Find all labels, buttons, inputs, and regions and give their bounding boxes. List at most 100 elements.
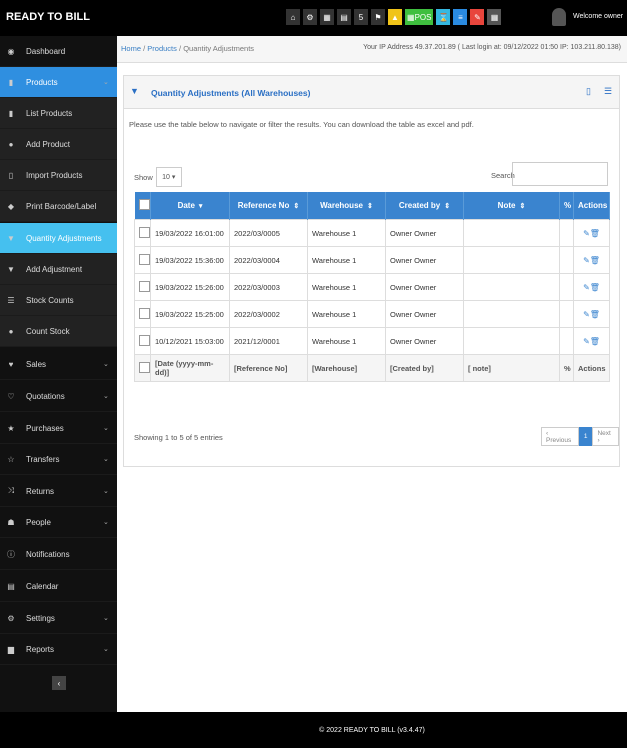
hourglass-icon[interactable]: ⌛ [436, 9, 451, 25]
menu-icon[interactable]: ☰ [604, 86, 612, 97]
filter-icon: ▼ [7, 264, 15, 274]
pos-button[interactable]: ▦ POS [405, 9, 434, 25]
prev-page-button[interactable]: ‹ Previous [541, 427, 579, 446]
sidebar-item-print-barcode[interactable]: ◆ Print Barcode/Label [0, 191, 117, 222]
flag-icon[interactable]: ⚑ [371, 9, 385, 25]
col-date[interactable]: Date ▾ [150, 192, 230, 220]
sort-icon: ⇕ [293, 203, 300, 210]
row-checkbox[interactable] [134, 273, 151, 301]
filter-icon[interactable]: ▼ [130, 86, 139, 96]
filter-date[interactable]: [Date (yyyy-mm-dd)] [150, 354, 230, 382]
sidebar-item-stock-counts[interactable]: ☰ Stock Counts [0, 285, 117, 316]
file-icon: ▯ [8, 170, 14, 180]
random-icon: ⤨ [7, 486, 15, 495]
sidebar-item-returns[interactable]: ⤨ Returns ⌄ [0, 476, 117, 507]
sidebar-item-quantity-adjustments[interactable]: ▼ Quantity Adjustments [0, 223, 117, 254]
pagination: ‹ Previous 1 Next › [541, 427, 619, 446]
list-icon: ☰ [7, 295, 15, 305]
sidebar-item-add-product[interactable]: ● Add Product [0, 129, 117, 160]
row-checkbox[interactable] [134, 246, 151, 274]
toolbar-icons: ⌂ ⚙ ▦ ▤ 5 ⚑ ▲ ▦ POS ⌛ ≡ ✎ ▦ [286, 9, 502, 25]
table-row[interactable]: 19/03/2022 15:36:00 2022/03/0004 Warehou… [134, 246, 610, 274]
breadcrumb: Home / Products / Quantity Adjustments [121, 44, 255, 53]
table-row[interactable]: 10/12/2021 15:03:00 2021/12/0001 Warehou… [134, 327, 610, 355]
star-icon: ★ [7, 423, 15, 433]
table-header-row: Date ▾ Reference No ⇕ Warehouse ⇕ Created b… [134, 192, 610, 220]
row-checkbox[interactable] [134, 327, 151, 355]
breadcrumb-home[interactable]: Home [121, 44, 141, 53]
sidebar-item-list-products[interactable]: ▮ List Products [0, 98, 117, 129]
sidebar-item-reports[interactable]: ▆ Reports ⌄ [0, 634, 117, 665]
mobile-icon[interactable]: ▯ [586, 86, 591, 97]
welcome-text[interactable]: Welcome owner [573, 13, 623, 20]
footer-checkbox[interactable] [134, 354, 151, 382]
calendar-icon: ▤ [7, 581, 15, 591]
row-actions[interactable]: ✎🗑 [573, 327, 610, 355]
table-row[interactable]: 19/03/2022 15:26:00 2022/03/0003 Warehou… [134, 273, 610, 301]
select-all-checkbox[interactable] [134, 192, 151, 220]
ip-info: Your IP Address 49.37.201.89 ( Last logi… [363, 44, 621, 51]
sidebar-item-sales[interactable]: ♥ Sales ⌄ [0, 349, 117, 380]
bar-chart-icon: ▆ [7, 644, 15, 654]
row-actions[interactable]: ✎🗑 [573, 273, 610, 301]
plus-circle-icon: ● [8, 139, 14, 149]
filter-created-by[interactable]: [Created by] [385, 354, 464, 382]
adjustments-table: Date ▾ Reference No ⇕ Warehouse ⇕ Created b… [134, 192, 610, 382]
row-actions[interactable]: ✎🗑 [573, 300, 610, 328]
home-icon[interactable]: ⌂ [286, 9, 300, 25]
table-row[interactable]: 19/03/2022 16:01:00 2022/03/0005 Warehou… [134, 219, 610, 247]
brand-logo[interactable]: READY TO BILL [6, 11, 90, 23]
sidebar-item-add-adjustment[interactable]: ▼ Add Adjustment [0, 254, 117, 285]
row-checkbox[interactable] [134, 219, 151, 247]
sidebar-item-products[interactable]: ▮ Products ⌄ [0, 67, 117, 98]
sidebar-item-settings[interactable]: ⚙ Settings ⌄ [0, 603, 117, 634]
avatar[interactable] [552, 8, 566, 26]
html5-icon[interactable]: 5 [354, 9, 368, 25]
col-reference[interactable]: Reference No ⇕ [229, 192, 308, 220]
filter-note[interactable]: [ note] [463, 354, 560, 382]
alert-icon[interactable]: ▲ [388, 9, 402, 25]
barcode-icon: ▮ [8, 77, 14, 87]
table-row[interactable]: 19/03/2022 15:25:00 2022/03/0002 Warehou… [134, 300, 610, 328]
col-created-by[interactable]: Created by ⇕ [385, 192, 464, 220]
grid-icon[interactable]: ▦ [487, 9, 502, 25]
page-length-select[interactable]: 10 ▾ [155, 167, 182, 187]
row-checkbox[interactable] [134, 300, 151, 328]
settings-icon[interactable]: ⚙ [303, 9, 317, 25]
chevron-down-icon: ⌄ [103, 615, 109, 622]
tag-icon: ◆ [7, 201, 15, 211]
calculator-icon[interactable]: ▦ [320, 9, 334, 25]
eraser-icon[interactable]: ✎ [470, 9, 485, 25]
sidebar-item-purchases[interactable]: ★ Purchases ⌄ [0, 413, 117, 444]
sidebar-item-transfers[interactable]: ☆ Transfers ⌄ [0, 444, 117, 475]
row-actions[interactable]: ✎🗑 [573, 219, 610, 247]
sidebar-item-dashboard[interactable]: ◉ Dashboard [0, 36, 117, 67]
filter-row: [Date (yyyy-mm-dd)] [Reference No] [Ware… [134, 354, 610, 382]
panel-header: ▼ Quantity Adjustments (All Warehouses) … [124, 76, 619, 109]
next-page-button[interactable]: Next › [592, 427, 619, 446]
page-button[interactable]: 1 [578, 427, 593, 446]
calendar-icon[interactable]: ▤ [337, 9, 351, 25]
sidebar-collapse-button[interactable]: ‹ [52, 676, 66, 690]
barcode-icon: ▮ [8, 108, 14, 118]
filter-reference[interactable]: [Reference No] [229, 354, 308, 382]
filter-icon: ▼ [7, 233, 15, 243]
col-note[interactable]: Note ⇕ [463, 192, 560, 220]
sidebar-item-import-products[interactable]: ▯ Import Products [0, 160, 117, 191]
sidebar-item-notifications[interactable]: ⓘ Notifications [0, 539, 117, 570]
breadcrumb-products[interactable]: Products [147, 44, 177, 53]
col-warehouse[interactable]: Warehouse ⇕ [307, 192, 386, 220]
dashboard-icon: ◉ [7, 46, 15, 56]
sidebar-item-count-stock[interactable]: ● Count Stock [0, 316, 117, 347]
chevron-down-icon: ⌄ [103, 425, 109, 432]
list-icon[interactable]: ≡ [453, 9, 468, 25]
filter-warehouse[interactable]: [Warehouse] [307, 354, 386, 382]
row-actions[interactable]: ✎🗑 [573, 246, 610, 274]
sidebar-item-quotations[interactable]: ♡ Quotations ⌄ [0, 381, 117, 412]
page-title: Quantity Adjustments (All Warehouses) [151, 88, 311, 98]
sidebar-item-calendar[interactable]: ▤ Calendar [0, 571, 117, 602]
intro-text: Please use the table below to navigate o… [129, 120, 474, 129]
sidebar-item-people[interactable]: ☗ People ⌄ [0, 507, 117, 538]
pos-label: POS [414, 12, 432, 22]
search-input[interactable] [512, 162, 608, 186]
